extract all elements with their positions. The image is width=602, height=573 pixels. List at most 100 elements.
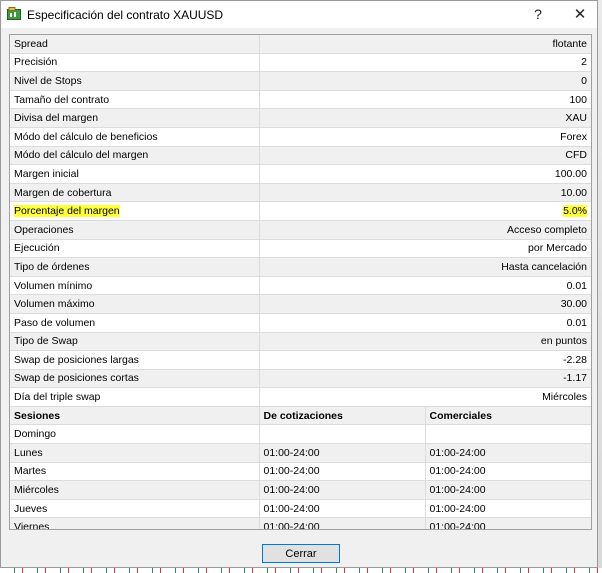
spec-label: Precisión [14, 56, 58, 69]
spec-label-cell: Volumen máximo [10, 294, 260, 314]
spec-label-cell: Margen de cobertura [10, 183, 260, 203]
spec-value: 0.01 [566, 316, 587, 329]
spec-value: flotante [552, 37, 587, 50]
spec-value-cell: XAU [259, 108, 591, 128]
session-day: Lunes [10, 443, 260, 463]
session-row[interactable]: Viernes 01:00-24:00 01:00-24:00 [10, 517, 591, 529]
spec-label-cell: Día del triple swap [10, 387, 260, 407]
spec-row[interactable]: Porcentaje del margen 5.0% [10, 201, 591, 221]
spec-label-cell: Porcentaje del margen [10, 201, 260, 221]
spec-value-cell: 0.01 [259, 276, 591, 296]
spec-value-cell: Miércoles [259, 387, 591, 407]
spec-label-cell: Tipo de órdenes [10, 257, 260, 277]
session-row[interactable]: Domingo [10, 424, 591, 445]
spec-value: 2 [581, 56, 587, 69]
spec-row[interactable]: Spread flotante [10, 35, 591, 54]
spec-label: Operaciones [14, 223, 74, 236]
sessions-header-cell: Comerciales [425, 406, 591, 426]
spec-row[interactable]: Swap de posiciones largas -2.28 [10, 350, 591, 370]
session-day: Domingo [10, 424, 260, 445]
spec-label-cell: Módo del cálculo del margen [10, 146, 260, 166]
spec-value-cell: 100 [259, 90, 591, 110]
spec-label-cell: Nivel de Stops [10, 71, 260, 91]
spec-value: Miércoles [542, 391, 587, 404]
session-quote-hours: 01:00-24:00 [259, 499, 426, 519]
spec-value: 10.00 [560, 186, 587, 199]
spec-label: Volumen mínimo [14, 279, 93, 292]
spec-label-cell: Volumen mínimo [10, 276, 260, 296]
spec-label: Divisa del margen [14, 112, 99, 125]
session-day: Viernes [10, 517, 260, 529]
spec-row[interactable]: Día del triple swap Miércoles [10, 387, 591, 407]
close-button[interactable]: Cerrar [262, 544, 340, 563]
spec-label: Volumen máximo [14, 298, 95, 311]
spec-row[interactable]: Tipo de órdenes Hasta cancelación [10, 257, 591, 277]
spec-label-cell: Operaciones [10, 220, 260, 240]
close-window-button[interactable]: ✕ [563, 1, 597, 28]
spec-label: Nivel de Stops [14, 74, 82, 87]
spec-label: Swap de posiciones largas [14, 353, 139, 366]
spec-label-cell: Spread [10, 35, 260, 54]
spec-label-cell: Margen inicial [10, 164, 260, 184]
spec-row[interactable]: Operaciones Acceso completo [10, 220, 591, 240]
spec-label-cell: Swap de posiciones largas [10, 350, 260, 370]
spec-row[interactable]: Divisa del margen XAU [10, 108, 591, 128]
spec-row[interactable]: Swap de posiciones cortas -1.17 [10, 369, 591, 389]
help-button[interactable]: ? [521, 1, 555, 28]
spec-row[interactable]: Volumen máximo 30.00 [10, 294, 591, 314]
spec-row[interactable]: Margen inicial 100.00 [10, 164, 591, 184]
spec-value: 100.00 [554, 167, 587, 180]
spec-row[interactable]: Tamaño del contrato 100 [10, 90, 591, 110]
spec-row[interactable]: Margen de cobertura 10.00 [10, 183, 591, 203]
spec-label: Porcentaje del margen [14, 205, 120, 218]
session-trade-hours: 01:00-24:00 [425, 480, 591, 500]
spec-table-container[interactable]: Spread flotante Precisión 2 Nivel de Stops 0 T… [9, 34, 592, 530]
spec-label-cell: Ejecución [10, 239, 260, 259]
session-trade-hours: 01:00-24:00 [425, 443, 591, 463]
spec-value-cell: 0 [259, 71, 591, 91]
spec-value-cell: Forex [259, 127, 591, 147]
spec-row[interactable]: Nivel de Stops 0 [10, 71, 591, 91]
session-row[interactable]: Lunes 01:00-24:00 01:00-24:00 [10, 443, 591, 463]
session-row[interactable]: Martes 01:00-24:00 01:00-24:00 [10, 462, 591, 482]
spec-row[interactable]: Tipo de Swap en puntos [10, 332, 591, 352]
spec-value: Forex [560, 130, 587, 143]
session-row[interactable]: Jueves 01:00-24:00 01:00-24:00 [10, 499, 591, 519]
spec-value: 100 [569, 93, 587, 106]
spec-value-cell: 10.00 [259, 183, 591, 203]
spec-row[interactable]: Módo del cálculo de beneficios Forex [10, 127, 591, 147]
spec-value-cell: Hasta cancelación [259, 257, 591, 277]
spec-value-cell: 0.01 [259, 313, 591, 333]
spec-label-cell: Divisa del margen [10, 108, 260, 128]
spec-row[interactable]: Precisión 2 [10, 53, 591, 73]
help-icon: ? [534, 6, 542, 22]
window-title: Especificación del contrato XAUUSD [27, 8, 224, 22]
spec-label: Ejecución [14, 242, 60, 255]
spec-value-cell: 5.0% [259, 201, 591, 221]
spec-row[interactable]: Paso de volumen 0.01 [10, 313, 591, 333]
spec-table: Spread flotante Precisión 2 Nivel de Stops 0 T… [10, 35, 591, 407]
spec-label: Tamaño del contrato [14, 93, 110, 106]
session-trade-hours: 01:00-24:00 [425, 517, 591, 529]
spec-label-cell: Paso de volumen [10, 313, 260, 333]
terminal-app-icon [7, 7, 21, 20]
session-row[interactable]: Miércoles 01:00-24:00 01:00-24:00 [10, 480, 591, 500]
spec-label: Módo del cálculo del margen [14, 149, 149, 162]
title-bar[interactable]: Especificación del contrato XAUUSD ? ✕ [1, 1, 597, 28]
spec-value-cell: -2.28 [259, 350, 591, 370]
spec-value: en puntos [540, 335, 587, 348]
spec-value: Hasta cancelación [501, 260, 587, 273]
spec-label: Día del triple swap [14, 391, 101, 404]
session-day: Miércoles [10, 480, 260, 500]
spec-row[interactable]: Ejecución por Mercado [10, 239, 591, 259]
spec-row[interactable]: Volumen mínimo 0.01 [10, 276, 591, 296]
spec-value: 30.00 [560, 298, 587, 311]
session-trade-hours: 01:00-24:00 [425, 462, 591, 482]
spec-row[interactable]: Módo del cálculo del margen CFD [10, 146, 591, 166]
background-app-edge [598, 0, 602, 573]
session-trade-hours: 01:00-24:00 [425, 499, 591, 519]
spec-value-cell: por Mercado [259, 239, 591, 259]
close-icon: ✕ [573, 6, 587, 23]
session-trade-hours [425, 424, 591, 445]
contract-spec-dialog: Especificación del contrato XAUUSD ? ✕ S… [0, 0, 598, 568]
